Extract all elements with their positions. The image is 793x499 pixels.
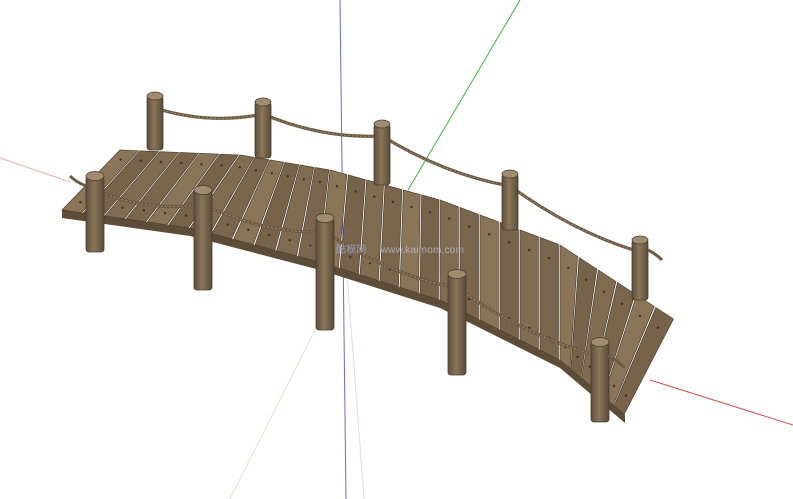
- plank-nail: [620, 302, 624, 305]
- post-top: [254, 97, 272, 107]
- rope-segment: [261, 112, 384, 138]
- plank-nail: [179, 161, 183, 165]
- plank-nail: [588, 365, 591, 368]
- plank-nail: [286, 175, 290, 178]
- plank-nail: [159, 160, 163, 164]
- post-top: [501, 169, 519, 179]
- railing-post: [254, 101, 272, 159]
- watermark: 酷模网 www.kaimom.com: [336, 241, 464, 256]
- axis-red-line: [649, 379, 793, 426]
- plank-nail: [254, 169, 258, 172]
- plank-nail: [163, 211, 167, 215]
- plank-nail: [410, 205, 413, 209]
- plank-nail: [119, 158, 122, 161]
- model-viewport[interactable]: 酷模网 www.kaimom.com: [0, 0, 793, 499]
- plank-nail: [488, 233, 491, 236]
- railing-post: [631, 239, 649, 301]
- plank-nail: [391, 200, 394, 203]
- plank-nail: [184, 214, 188, 217]
- plank-nail: [79, 201, 82, 204]
- plank-nail: [448, 217, 451, 220]
- plank-nail: [548, 256, 551, 260]
- post-top: [447, 269, 467, 279]
- post-top: [193, 185, 213, 195]
- plank-nail: [267, 233, 271, 237]
- post-top: [590, 337, 610, 347]
- plank-nail: [584, 278, 588, 281]
- plank-nail: [270, 172, 274, 175]
- post-top: [85, 171, 105, 181]
- rope-twist: [381, 135, 511, 187]
- plank-nail: [368, 262, 372, 265]
- plank-nail: [335, 184, 339, 188]
- railing-post: [447, 273, 467, 376]
- plank-nail: [602, 290, 606, 293]
- plank-nail: [638, 314, 642, 317]
- plank-nail: [247, 228, 250, 232]
- railing-post: [590, 341, 610, 423]
- plank-nail: [288, 239, 291, 242]
- plank-nail: [302, 178, 306, 181]
- plank-nail: [576, 355, 579, 359]
- plank-nail: [624, 394, 628, 397]
- plank-nail: [373, 195, 376, 198]
- watermark-url: www.kaimom.com: [380, 245, 464, 256]
- plank-nail: [428, 210, 432, 214]
- plank-nail: [200, 162, 203, 166]
- plank-nail: [226, 223, 229, 226]
- plank-nail: [528, 248, 531, 252]
- plank-nail: [139, 159, 142, 162]
- post-top: [631, 235, 649, 245]
- railing-post: [373, 123, 391, 186]
- plank-nail: [142, 209, 146, 212]
- post-top: [315, 213, 335, 223]
- rope-knot-end: [647, 248, 664, 262]
- plank-nail: [656, 326, 660, 329]
- axis-green-faint-line: [229, 299, 331, 499]
- post-top: [373, 119, 391, 129]
- railing-post: [193, 189, 213, 291]
- plank-nail: [309, 244, 312, 247]
- plank-nail: [349, 255, 352, 259]
- watermark-logo-text: 酷模网: [336, 245, 367, 256]
- railing-post: [146, 95, 164, 151]
- plank-nail: [354, 190, 357, 193]
- railing-post: [85, 175, 105, 253]
- axis-green-line: [407, 0, 521, 191]
- plank-nail: [468, 225, 471, 228]
- rope-segment: [380, 134, 512, 188]
- axis-blue-faint-line: [345, 259, 365, 499]
- plank-nail: [121, 206, 124, 209]
- rope-knot-end: [68, 174, 87, 188]
- railing-post: [315, 217, 335, 331]
- plank-nail: [567, 266, 570, 269]
- plank-nail: [612, 384, 616, 388]
- plank-nail: [508, 241, 511, 244]
- post-top: [146, 91, 164, 101]
- axis-red-dashed-line: [0, 157, 71, 183]
- railing-post: [501, 173, 519, 231]
- plank-nail: [238, 166, 242, 169]
- plank-nail: [318, 180, 322, 184]
- plank-nail: [220, 164, 223, 167]
